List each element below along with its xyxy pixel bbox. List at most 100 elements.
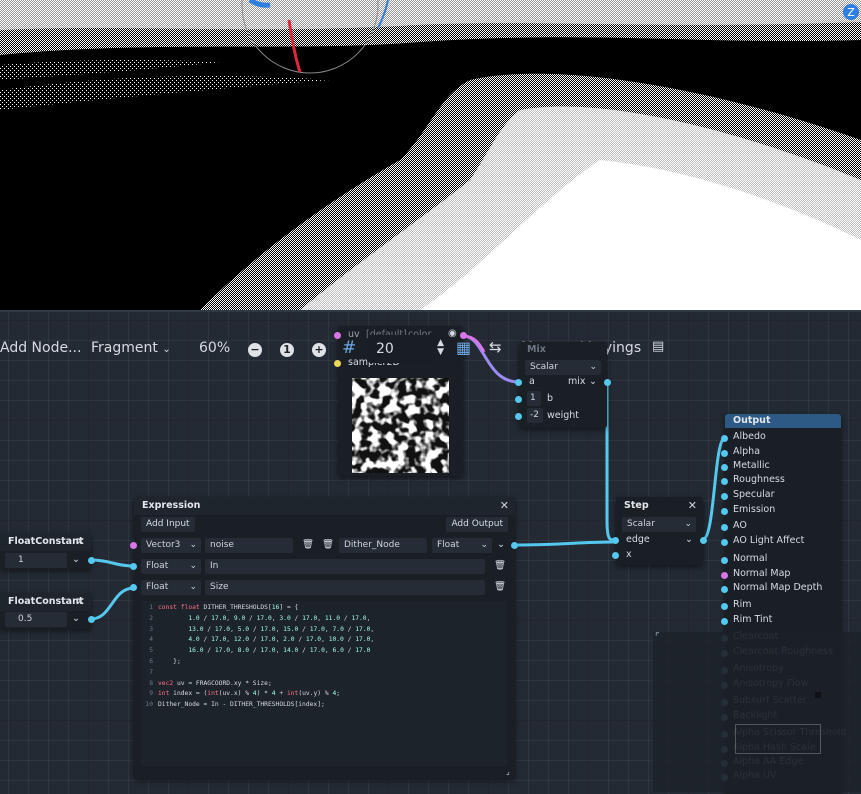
trash-icon[interactable]: 🗑 <box>494 560 506 571</box>
mix-weight-label: weight <box>547 410 580 421</box>
graph-minimap[interactable]: ⌜ <box>653 632 861 792</box>
code-line-number: 1 <box>149 604 153 611</box>
chevron-down-icon: ⌄ <box>684 519 692 529</box>
code-line[interactable]: int index = (int(uv.x) % 4) * 4 + int(uv… <box>158 689 340 700</box>
add-output-button[interactable]: Add Output <box>446 517 508 532</box>
resize-handle-icon[interactable]: ⌟ <box>506 767 510 776</box>
mix-b-port[interactable] <box>515 396 522 403</box>
close-icon[interactable]: ✕ <box>500 499 509 512</box>
step-edge-label: edge <box>626 534 650 545</box>
output-port-dot[interactable] <box>721 618 728 625</box>
output-port-dot[interactable] <box>721 435 728 442</box>
graph-toolbar: Add Node... Fragment ⌄ 60% − 1 + # 20 ▲ ▼… <box>0 334 861 366</box>
float-constant-2-value[interactable]: 0.5 <box>5 612 67 627</box>
input-name-field-3[interactable]: Size <box>205 580 485 595</box>
mix-weight-value[interactable]: -2 <box>527 408 543 423</box>
float-constant-node-2[interactable]: FloatConstant ✕ 0.5 ⌄ <box>0 593 95 629</box>
input-type-dropdown-1[interactable]: Vector3 ⌄ <box>141 538 201 553</box>
step-node[interactable]: Step ✕ Scalar ⌄ edge ⌄ x <box>612 497 707 565</box>
shader-mode-dropdown[interactable]: Fragment ⌄ <box>91 340 171 356</box>
code-line[interactable]: Dither_Node = In - DITHER_THRESHOLDS[ind… <box>158 700 325 711</box>
float-constant-1-output-port[interactable] <box>88 557 95 564</box>
step-type-dropdown[interactable]: Scalar ⌄ <box>622 517 696 532</box>
mix-a-port[interactable] <box>515 379 522 386</box>
output-port-dot[interactable] <box>721 572 728 579</box>
3d-viewport[interactable]: Z <box>0 0 861 310</box>
snap-distance-spinbox[interactable]: 20 ▲ ▼ <box>368 335 444 363</box>
code-line[interactable]: }; <box>158 657 181 668</box>
trash-icon[interactable]: 🗑 <box>494 581 506 592</box>
arrange-nodes-icon[interactable]: ⇆ <box>489 338 502 356</box>
input-type-value-2: Float <box>146 561 169 571</box>
chevron-down-icon[interactable]: ⌄ <box>589 376 597 387</box>
trash-icon[interactable]: 🗑 <box>322 539 334 550</box>
gizmo-z-label[interactable]: Z <box>847 6 855 19</box>
mix-b-value[interactable]: 1 <box>527 391 541 406</box>
code-line[interactable]: 13.0 / 17.0, 5.0 / 17.0, 15.0 / 17.0, 7.… <box>158 625 374 636</box>
zoom-reset-button[interactable]: 1 <box>280 343 294 357</box>
mix-type-dropdown[interactable]: Scalar ⌄ <box>525 360 601 375</box>
dither-output-port[interactable] <box>511 542 518 549</box>
step-output-port[interactable] <box>700 537 707 544</box>
output-type-dropdown[interactable]: Float ⌄ <box>432 538 492 553</box>
input-name-field-2[interactable]: In <box>205 559 485 574</box>
chevron-down-icon[interactable]: ⌄ <box>685 534 693 545</box>
mix-node[interactable]: Mix Scalar ⌄ a mix ⌄ 1 b -2 weight <box>515 342 611 428</box>
document-icon[interactable]: ▤ <box>652 339 664 354</box>
output-port-label: Emission <box>733 504 776 515</box>
in-input-port[interactable] <box>130 563 137 570</box>
output-port-dot[interactable] <box>721 524 728 531</box>
code-line-number: 7 <box>149 668 153 676</box>
code-line[interactable]: const float DITHER_THRESHOLDS[16] = { <box>158 603 298 614</box>
expression-code-editor[interactable]: 1 const float DITHER_THRESHOLDS[16] = {2 … <box>141 601 507 766</box>
grid-snap-icon[interactable]: # <box>342 338 356 358</box>
mix-output-port[interactable] <box>604 379 611 386</box>
chevron-down-icon[interactable]: ⌄ <box>72 554 80 565</box>
input-name-field-1[interactable]: noise <box>205 538 293 553</box>
float-constant-node-1[interactable]: FloatConstant ✕ 1 ⌄ <box>0 533 95 569</box>
float-constant-2-output-port[interactable] <box>88 616 95 623</box>
minimap-viewport-rect[interactable] <box>735 724 821 754</box>
spin-arrows-icon[interactable]: ▲ ▼ <box>437 339 444 357</box>
add-node-button[interactable]: Add Node... <box>0 340 81 356</box>
minimap-toggle-icon[interactable]: ▦ <box>456 338 471 357</box>
output-port-dot[interactable] <box>721 493 728 500</box>
chevron-down-icon[interactable]: ⌄ <box>497 539 505 550</box>
chevron-down-icon: ⌄ <box>589 362 597 372</box>
output-port-dot[interactable] <box>721 539 728 546</box>
mix-node-title: Mix <box>527 344 546 355</box>
step-edge-port[interactable] <box>612 537 619 544</box>
output-port-dot[interactable] <box>721 586 728 593</box>
code-line[interactable]: 16.0 / 17.0, 8.0 / 17.0, 14.0 / 17.0, 6.… <box>158 646 370 657</box>
trash-icon[interactable]: 🗑 <box>302 539 314 550</box>
input-type-dropdown-3[interactable]: Float ⌄ <box>141 580 201 595</box>
output-port-dot[interactable] <box>721 450 728 457</box>
mix-weight-port[interactable] <box>515 413 522 420</box>
output-port-dot[interactable] <box>721 478 728 485</box>
chevron-down-icon: ⌄ <box>189 561 197 571</box>
minimap-resize-icon[interactable]: ⌜ <box>655 632 660 643</box>
code-line[interactable]: 1.0 / 17.0, 9.0 / 17.0, 3.0 / 17.0, 11.0… <box>158 614 370 625</box>
zoom-out-icon[interactable]: − <box>248 343 262 357</box>
output-port-dot[interactable] <box>721 464 728 471</box>
code-line[interactable]: vec2 uv = FRAGCOORD.xy * Size; <box>158 679 272 690</box>
chevron-down-icon[interactable]: ⌄ <box>72 613 80 624</box>
zoom-in-icon[interactable]: + <box>312 343 326 357</box>
output-name-field[interactable]: Dither_Node <box>339 538 427 553</box>
output-port-dot[interactable] <box>721 508 728 515</box>
add-input-button[interactable]: Add Input <box>141 517 195 532</box>
code-line-number: 6 <box>149 658 153 665</box>
size-input-port[interactable] <box>130 584 137 591</box>
noise-input-port[interactable] <box>130 542 137 549</box>
close-icon[interactable]: ✕ <box>76 535 85 548</box>
close-icon[interactable]: ✕ <box>688 499 697 512</box>
chevron-down-icon: ⌄ <box>189 582 197 592</box>
float-constant-1-value[interactable]: 1 <box>5 553 67 568</box>
close-icon[interactable]: ✕ <box>76 595 85 608</box>
output-port-dot[interactable] <box>721 557 728 564</box>
mix-out-label: mix <box>568 376 586 387</box>
code-line[interactable]: 4.0 / 17.0, 12.0 / 17.0, 2.0 / 17.0, 10.… <box>158 635 374 646</box>
output-port-dot[interactable] <box>721 603 728 610</box>
input-type-dropdown-2[interactable]: Float ⌄ <box>141 559 201 574</box>
step-x-port[interactable] <box>612 552 619 559</box>
